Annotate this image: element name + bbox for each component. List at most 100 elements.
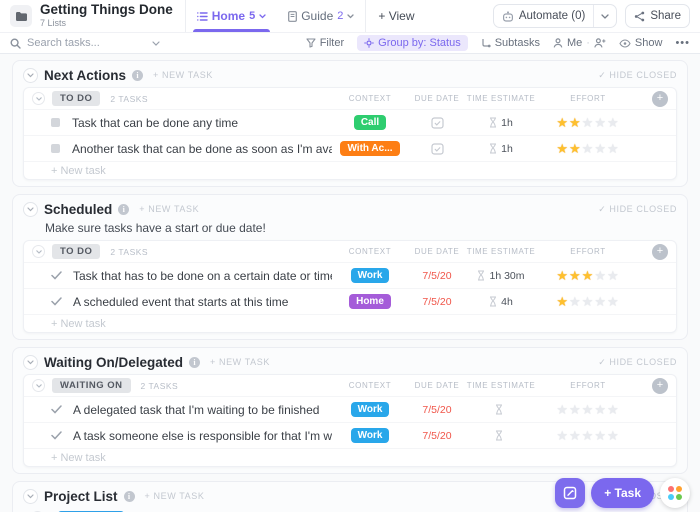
new-task-row-button[interactable]: + New task [24, 161, 676, 179]
due-date-cell[interactable] [408, 142, 466, 155]
task-title[interactable]: A scheduled event that starts at this ti… [73, 295, 332, 309]
column-context[interactable]: CONTEXT [332, 94, 408, 103]
show-button[interactable]: Show [619, 37, 663, 49]
due-date-cell[interactable] [408, 116, 466, 129]
due-date-value[interactable]: 7/5/20 [422, 296, 451, 308]
status-badge[interactable]: TO DO [52, 91, 100, 106]
status-badge[interactable]: WAITING ON [52, 378, 131, 393]
collapse-section-button[interactable] [23, 202, 38, 217]
notepad-button[interactable] [555, 478, 585, 508]
time-estimate-cell[interactable] [466, 404, 536, 415]
task-title[interactable]: A delegated task that I'm waiting to be … [73, 403, 332, 417]
folder-icon-button[interactable] [10, 5, 32, 27]
column-due-date[interactable]: DUE DATE [408, 381, 466, 390]
task-status-icon[interactable] [51, 271, 62, 280]
collapse-group-button[interactable] [32, 245, 45, 258]
column-context[interactable]: CONTEXT [332, 247, 408, 256]
new-task-button[interactable]: + NEW TASK [153, 70, 213, 80]
apps-grid-button[interactable] [660, 478, 690, 508]
add-view-button[interactable]: + View [365, 0, 426, 32]
group-by-button[interactable]: Group by: Status [357, 35, 468, 51]
due-date-value[interactable]: 7/5/20 [422, 270, 451, 282]
column-time-estimate[interactable]: TIME ESTIMATE [466, 94, 536, 103]
task-status-icon[interactable] [51, 431, 62, 440]
column-effort[interactable]: EFFORT [536, 247, 640, 256]
column-context[interactable]: CONTEXT [332, 381, 408, 390]
context-tag[interactable]: Work [351, 268, 390, 283]
context-tag[interactable]: Work [351, 402, 390, 417]
collapse-section-button[interactable] [23, 68, 38, 83]
hide-closed-toggle[interactable]: ✓ HIDE CLOSED [598, 357, 677, 368]
due-date-value[interactable]: 7/5/20 [422, 430, 451, 442]
time-estimate-cell[interactable]: 1h [466, 117, 536, 129]
new-task-button[interactable]: + NEW TASK [145, 491, 205, 501]
collapse-group-button[interactable] [32, 379, 45, 392]
effort-rating[interactable]: ★★★★★ [556, 403, 619, 416]
hide-closed-toggle[interactable]: ✓ HIDE CLOSED [598, 70, 677, 81]
task-title[interactable]: Another task that can be done as soon as… [72, 142, 332, 156]
time-estimate-cell[interactable] [466, 430, 536, 441]
time-estimate-cell[interactable]: 4h [466, 296, 536, 308]
task-status-icon[interactable] [51, 297, 62, 306]
time-estimate-cell[interactable]: 1h 30m [466, 270, 536, 282]
add-column-button[interactable]: + [652, 378, 668, 394]
column-effort[interactable]: EFFORT [536, 381, 640, 390]
context-tag[interactable]: Home [349, 294, 391, 309]
info-icon[interactable]: i [132, 70, 143, 81]
new-task-row-button[interactable]: + New task [24, 448, 676, 466]
status-badge[interactable]: TO DO [52, 244, 100, 259]
context-tag[interactable]: With Ac... [340, 141, 399, 156]
task-title[interactable]: A task someone else is responsible for t… [73, 429, 332, 443]
new-task-row-button[interactable]: + New task [24, 314, 676, 332]
filter-label: Filter [320, 37, 344, 49]
collapse-group-button[interactable] [32, 92, 45, 105]
automate-main[interactable]: Automate (0) [494, 10, 593, 22]
group-header: TO DO 2 TASKS CONTEXT DUE DATE TIME ESTI… [24, 88, 676, 109]
column-due-date[interactable]: DUE DATE [408, 94, 466, 103]
automate-button[interactable]: Automate (0) [493, 4, 617, 28]
info-icon[interactable]: i [189, 357, 200, 368]
task-status-icon[interactable] [51, 405, 62, 414]
effort-rating[interactable]: ★★★★★ [556, 295, 619, 308]
column-effort[interactable]: EFFORT [536, 94, 640, 103]
new-task-button[interactable]: + NEW TASK [139, 204, 199, 214]
add-assignee-icon[interactable] [594, 38, 606, 48]
tab-home[interactable]: Home 5 [186, 0, 277, 32]
column-due-date[interactable]: DUE DATE [408, 247, 466, 256]
search-icon [10, 38, 21, 49]
subtasks-button[interactable]: Subtasks [481, 37, 540, 49]
new-task-button[interactable]: + NEW TASK [210, 357, 270, 367]
info-icon[interactable]: i [118, 204, 129, 215]
collapse-section-button[interactable] [23, 489, 38, 504]
column-time-estimate[interactable]: TIME ESTIMATE [466, 247, 536, 256]
collapse-section-button[interactable] [23, 355, 38, 370]
context-tag[interactable]: Call [354, 115, 386, 130]
add-column-button[interactable]: + [652, 244, 668, 260]
check-icon: ✓ [598, 204, 606, 215]
effort-rating[interactable]: ★★★★★ [556, 429, 619, 442]
context-tag[interactable]: Work [351, 428, 390, 443]
task-title[interactable]: Task that has to be done on a certain da… [73, 269, 332, 283]
due-date-value[interactable]: 7/5/20 [422, 404, 451, 416]
group-header: WAITING ON 2 TASKS CONTEXT DUE DATE TIME… [24, 375, 676, 396]
assignee-me-button[interactable]: Me · [553, 37, 606, 49]
more-options-button[interactable]: ••• [675, 37, 690, 49]
filter-button[interactable]: Filter [306, 37, 344, 49]
effort-rating[interactable]: ★★★★★ [556, 142, 619, 155]
time-estimate-cell[interactable]: 1h [466, 143, 536, 155]
add-column-button[interactable]: + [652, 91, 668, 107]
task-title[interactable]: Task that can be done any time [72, 116, 332, 130]
task-status-icon[interactable] [51, 144, 60, 153]
effort-rating[interactable]: ★★★★★ [556, 269, 619, 282]
time-estimate-value: 1h [501, 143, 513, 155]
column-time-estimate[interactable]: TIME ESTIMATE [466, 381, 536, 390]
search-input[interactable]: Search tasks... [10, 37, 160, 49]
effort-rating[interactable]: ★★★★★ [556, 116, 619, 129]
task-status-icon[interactable] [51, 118, 60, 127]
add-task-button[interactable]: + Task [591, 478, 654, 508]
automate-dropdown[interactable] [594, 14, 616, 19]
tab-guide[interactable]: Guide 2 [277, 0, 365, 32]
share-button[interactable]: Share [625, 4, 690, 28]
info-icon[interactable]: i [124, 491, 135, 502]
hide-closed-toggle[interactable]: ✓ HIDE CLOSED [598, 204, 677, 215]
